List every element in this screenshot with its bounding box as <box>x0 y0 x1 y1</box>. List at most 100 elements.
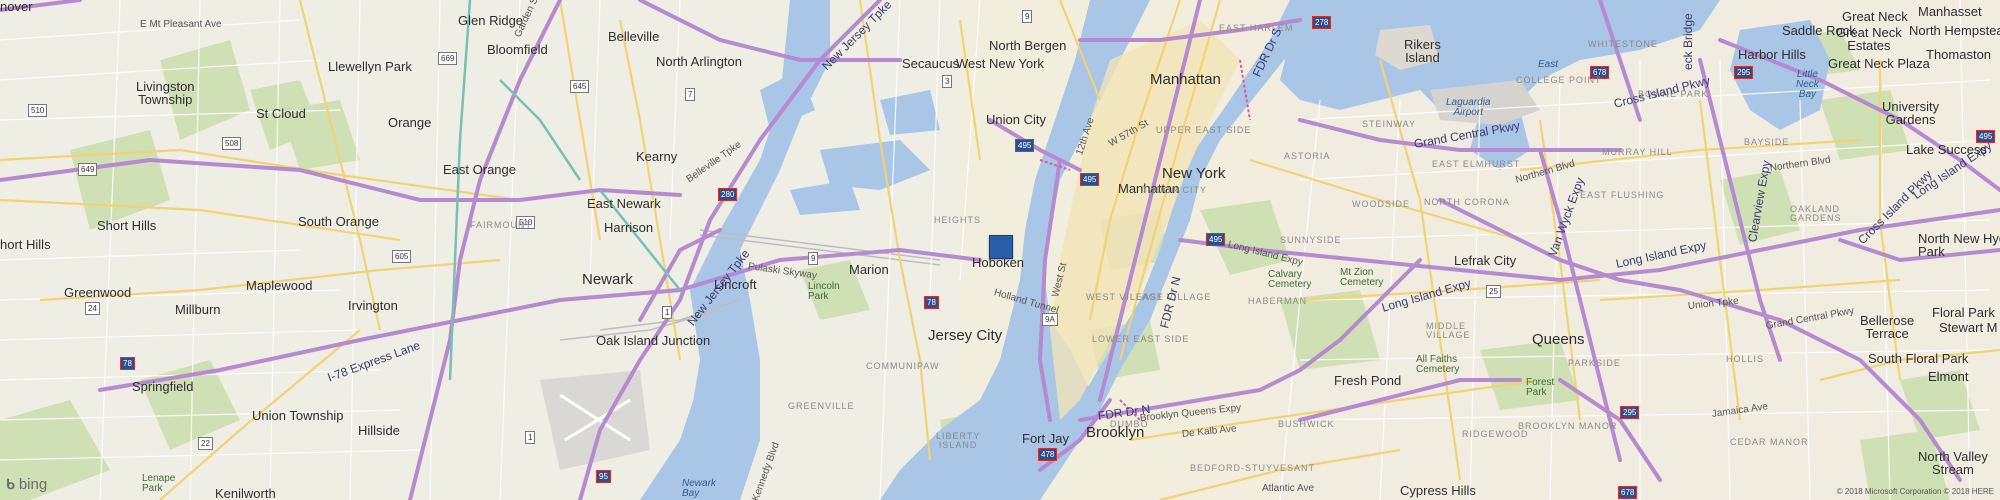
district-label: BEDFORD-STUYVESANT <box>1190 463 1316 473</box>
place-label: Stewart M <box>1939 320 1998 335</box>
district-label: MIDDLE VILLAGE <box>1426 321 1471 340</box>
place-label: Great Neck <box>1842 9 1908 24</box>
water-label: East <box>1538 59 1559 70</box>
map-canvas[interactable]: 510 649 508 24 78 22 9 3 7 645 280 605 5… <box>0 0 2000 500</box>
place-label: Elmont <box>1928 369 1969 384</box>
place-label: Thomaston <box>1926 47 1992 62</box>
place-label: South Floral Park <box>1868 351 1969 366</box>
location-pin-marker[interactable] <box>989 235 1013 259</box>
place-label: East Newark <box>587 196 661 211</box>
interstate-shield: 280 <box>718 188 738 201</box>
interstate-shield: 495 <box>1206 233 1226 246</box>
route-shield: 9 <box>808 252 819 265</box>
interstate-shield: 678 <box>1618 486 1638 499</box>
place-label: West New York <box>956 56 1044 71</box>
place-label: University Gardens <box>1882 99 1940 127</box>
road-label: Atlantic Ave <box>1262 483 1315 494</box>
place-label: Great Neck Plaza <box>1828 56 1930 71</box>
place-label: North Hempstead <box>1909 23 2000 38</box>
place-label: Bloomfield <box>487 42 548 57</box>
place-label: North Valley Stream <box>1918 449 1988 477</box>
district-label: CEDAR MANOR <box>1730 437 1809 447</box>
place-label: hort Hills <box>0 237 51 252</box>
district-label: EAST ELMHURST <box>1432 159 1521 169</box>
district-label: NORTH CORONA <box>1424 197 1510 207</box>
district-label: HOLLIS <box>1726 354 1765 364</box>
district-label: STEINWAY <box>1362 119 1417 129</box>
place-label: Kearny <box>636 149 678 164</box>
district-label: PARKSIDE <box>1568 358 1621 368</box>
district-label: TUDOR CITY <box>1142 185 1207 195</box>
place-label: Floral Park <box>1932 305 1995 320</box>
district-label: UPPER EAST SIDE <box>1156 125 1252 135</box>
district-label: BROOKLYN MANOR <box>1518 421 1618 431</box>
route-shield: 22 <box>198 437 213 450</box>
place-label: South Orange <box>298 214 379 229</box>
place-label: Glen Ridge <box>458 13 524 28</box>
place-label: Marion <box>849 262 889 277</box>
district-label: ASTORIA <box>1284 151 1331 161</box>
district-label: GREENVILLE <box>788 401 855 411</box>
place-label: Harrison <box>604 220 654 235</box>
place-label: Livingston Township <box>136 79 195 107</box>
interstate-shield: 295 <box>1620 406 1640 419</box>
interstate-shield: 278 <box>1312 16 1332 29</box>
route-shield: 25 <box>1486 285 1501 298</box>
district-label: RIDGEWOOD <box>1462 429 1529 439</box>
district-label: COMMUNIPAW <box>866 361 940 371</box>
bing-b-icon: ᑲ <box>6 476 15 492</box>
district-label: LOWER EAST SIDE <box>1092 334 1190 344</box>
place-label: Secaucus <box>902 56 960 71</box>
route-shield: 9 <box>1022 10 1033 23</box>
water-label: Newark Bay <box>682 478 716 499</box>
district-label: FAIRMOUNT <box>470 220 532 230</box>
place-label: Queens <box>1532 331 1585 348</box>
highway-label: eck Bridge <box>1681 13 1695 70</box>
district-label: HEIGHTS <box>934 215 982 225</box>
interstate-shield: 495 <box>1080 173 1100 186</box>
route-shield: 7 <box>685 88 696 101</box>
district-label: LIBERTY ISLAND <box>936 431 981 450</box>
park-label: Calvary Cemetery <box>1268 269 1312 290</box>
interstate-shield: 295 <box>1734 66 1754 79</box>
place-label: Springfield <box>132 379 194 394</box>
place-label: Union Township <box>252 408 344 423</box>
interstate-shield: 78 <box>120 357 135 370</box>
route-shield: 1 <box>662 306 673 319</box>
place-label: Newark <box>582 271 633 288</box>
place-label: North Bergen <box>989 38 1067 53</box>
road-label: E Mt Pleasant Ave <box>140 19 222 30</box>
park-label: All Faiths Cemetery <box>1416 354 1460 375</box>
route-shield: 510 <box>28 104 48 117</box>
district-label: EAST FLUSHING <box>1580 190 1665 200</box>
airport-label: Laguardia Airport <box>1446 97 1491 118</box>
place-label: Jersey City <box>928 327 1003 344</box>
place-label: Cypress Hills <box>1400 483 1476 498</box>
place-label: Bellerose Terrace <box>1860 313 1915 341</box>
place-label: Llewellyn Park <box>328 59 412 74</box>
place-label: Short Hills <box>97 218 157 233</box>
route-shield: 3 <box>942 75 953 88</box>
place-label: Brooklyn <box>1086 424 1145 441</box>
district-label: OAKLAND GARDENS <box>1790 204 1842 223</box>
place-label: North New Hyde Park <box>1918 231 2000 259</box>
bing-logo-text: bing <box>18 476 48 493</box>
place-label: Belleville <box>608 29 660 44</box>
district-label: SUNNYSIDE <box>1280 235 1342 245</box>
place-label: Great Neck Estates <box>1836 25 1902 53</box>
water-label: Little Neck Bay <box>1796 69 1819 100</box>
bing-logo: ᑲ bing <box>6 476 47 493</box>
place-label: Kenilworth <box>215 486 276 500</box>
place-label: New York <box>1162 165 1226 182</box>
place-label: Manhattan <box>1150 71 1221 88</box>
route-shield: 508 <box>222 137 242 150</box>
place-label: Fresh Pond <box>1334 373 1402 388</box>
place-label: Maplewood <box>246 278 313 293</box>
place-label: Lefrak City <box>1454 253 1517 268</box>
place-label: North Arlington <box>656 54 742 69</box>
park-label: Lenape Park <box>142 473 176 494</box>
park-label: Mt Zion Cemetery <box>1340 267 1384 288</box>
place-label: Orange <box>388 115 432 130</box>
place-label: Union City <box>986 112 1046 127</box>
district-label: WHITESTONE <box>1588 39 1658 49</box>
